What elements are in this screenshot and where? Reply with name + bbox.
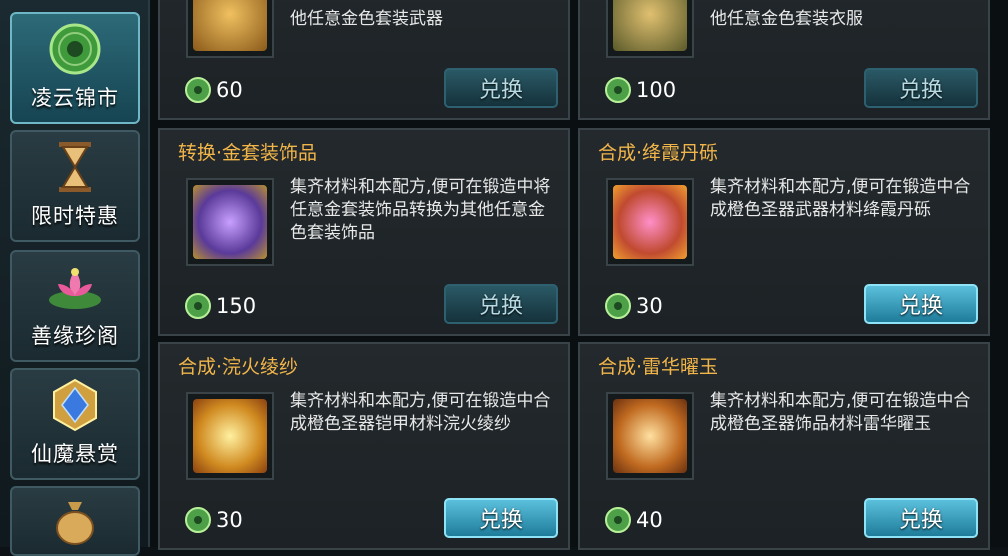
tab-label: 仙魔悬赏 <box>31 442 119 466</box>
jade-coin-icon <box>185 293 211 319</box>
card-title: 转换·金套装饰品 <box>178 142 318 164</box>
price: 30 <box>604 292 663 320</box>
price-value: 30 <box>636 294 663 318</box>
jade-coin-icon <box>185 77 211 103</box>
money-bag-icon <box>46 496 104 546</box>
scroll-icon <box>613 399 687 473</box>
exchange-card: 合成·浣火绫纱 集齐材料和本配方,便可在锻造中合成橙色圣器铠甲材料浣火绫纱 30… <box>158 342 570 550</box>
tab-label: 凌云锦市 <box>31 86 119 110</box>
price: 40 <box>604 506 663 534</box>
exchange-card: 转换·金套装饰品 集齐材料和本配方,便可在锻造中将任意金套装饰品转换为其他任意金… <box>158 128 570 336</box>
exchange-card: 他任意金色套装武器 60 兑换 <box>158 0 570 120</box>
item-description: 集齐材料和本配方,便可在锻造中合成橙色圣器武器材料绛霞丹砾 <box>710 177 971 220</box>
item-slot[interactable] <box>606 0 694 58</box>
price-value: 40 <box>636 508 663 532</box>
price: 60 <box>184 76 243 104</box>
scroll-icon <box>193 399 267 473</box>
scroll-icon <box>613 0 687 51</box>
price: 150 <box>184 292 256 320</box>
tab-xianmo-bounty[interactable]: 仙魔悬赏 <box>10 368 140 480</box>
item-description: 他任意金色套装衣服 <box>710 9 863 29</box>
jade-coin-icon <box>46 22 104 76</box>
item-slot[interactable] <box>606 178 694 266</box>
hourglass-icon <box>46 140 104 194</box>
exchange-card: 他任意金色套装衣服 100 兑换 <box>578 0 990 120</box>
jade-coin-icon <box>605 77 631 103</box>
tab-limited-offer[interactable]: 限时特惠 <box>10 130 140 242</box>
item-description: 集齐材料和本配方,便可在锻造中合成橙色圣器饰品材料雷华曜玉 <box>710 391 971 434</box>
exchange-button[interactable]: 兑换 <box>864 284 978 324</box>
tab-lingyun-market[interactable]: 凌云锦市 <box>10 12 140 124</box>
tab-shanyuan-pavilion[interactable]: 善缘珍阁 <box>10 250 140 362</box>
crystal-badge-icon <box>46 378 104 432</box>
jade-coin-icon <box>605 507 631 533</box>
price-value: 150 <box>216 294 257 318</box>
price: 100 <box>604 76 676 104</box>
tab-money-bag[interactable] <box>10 486 140 556</box>
tab-label: 限时特惠 <box>31 204 119 228</box>
scroll-icon <box>193 0 267 51</box>
price-value: 60 <box>216 78 243 102</box>
jade-coin-icon <box>605 293 631 319</box>
item-description: 集齐材料和本配方,便可在锻造中合成橙色圣器铠甲材料浣火绫纱 <box>290 391 551 434</box>
item-slot[interactable] <box>186 392 274 480</box>
price-value: 100 <box>636 78 677 102</box>
exchange-button[interactable]: 兑换 <box>864 498 978 538</box>
exchange-button[interactable]: 兑换 <box>864 68 978 108</box>
item-description: 集齐材料和本配方,便可在锻造中将任意金套装饰品转换为其他任意金色套装饰品 <box>290 177 551 243</box>
scroll-icon <box>193 185 267 259</box>
sidebar: 凌云锦市 限时特惠 善缘珍阁 仙魔悬赏 <box>0 0 150 556</box>
price-value: 30 <box>216 508 243 532</box>
item-slot[interactable] <box>606 392 694 480</box>
price: 30 <box>184 506 243 534</box>
exchange-button[interactable]: 兑换 <box>444 68 558 108</box>
exchange-card: 合成·绛霞丹砾 集齐材料和本配方,便可在锻造中合成橙色圣器武器材料绛霞丹砾 30… <box>578 128 990 336</box>
card-title: 合成·绛霞丹砾 <box>598 142 719 164</box>
card-title: 合成·浣火绫纱 <box>178 356 299 378</box>
jade-coin-icon <box>185 507 211 533</box>
scroll-icon <box>613 185 687 259</box>
exchange-button[interactable]: 兑换 <box>444 284 558 324</box>
card-title: 合成·雷华曜玉 <box>598 356 719 378</box>
exchange-card: 合成·雷华曜玉 集齐材料和本配方,便可在锻造中合成橙色圣器饰品材料雷华曜玉 40… <box>578 342 990 550</box>
tab-label: 善缘珍阁 <box>31 324 119 348</box>
exchange-grid: 他任意金色套装武器 60 兑换 他任意金色套装衣服 100 兑换 转换·金套装饰… <box>150 0 1008 550</box>
item-description: 他任意金色套装武器 <box>290 9 443 29</box>
item-slot[interactable] <box>186 0 274 58</box>
exchange-button[interactable]: 兑换 <box>444 498 558 538</box>
lotus-icon <box>46 260 104 314</box>
item-slot[interactable] <box>186 178 274 266</box>
